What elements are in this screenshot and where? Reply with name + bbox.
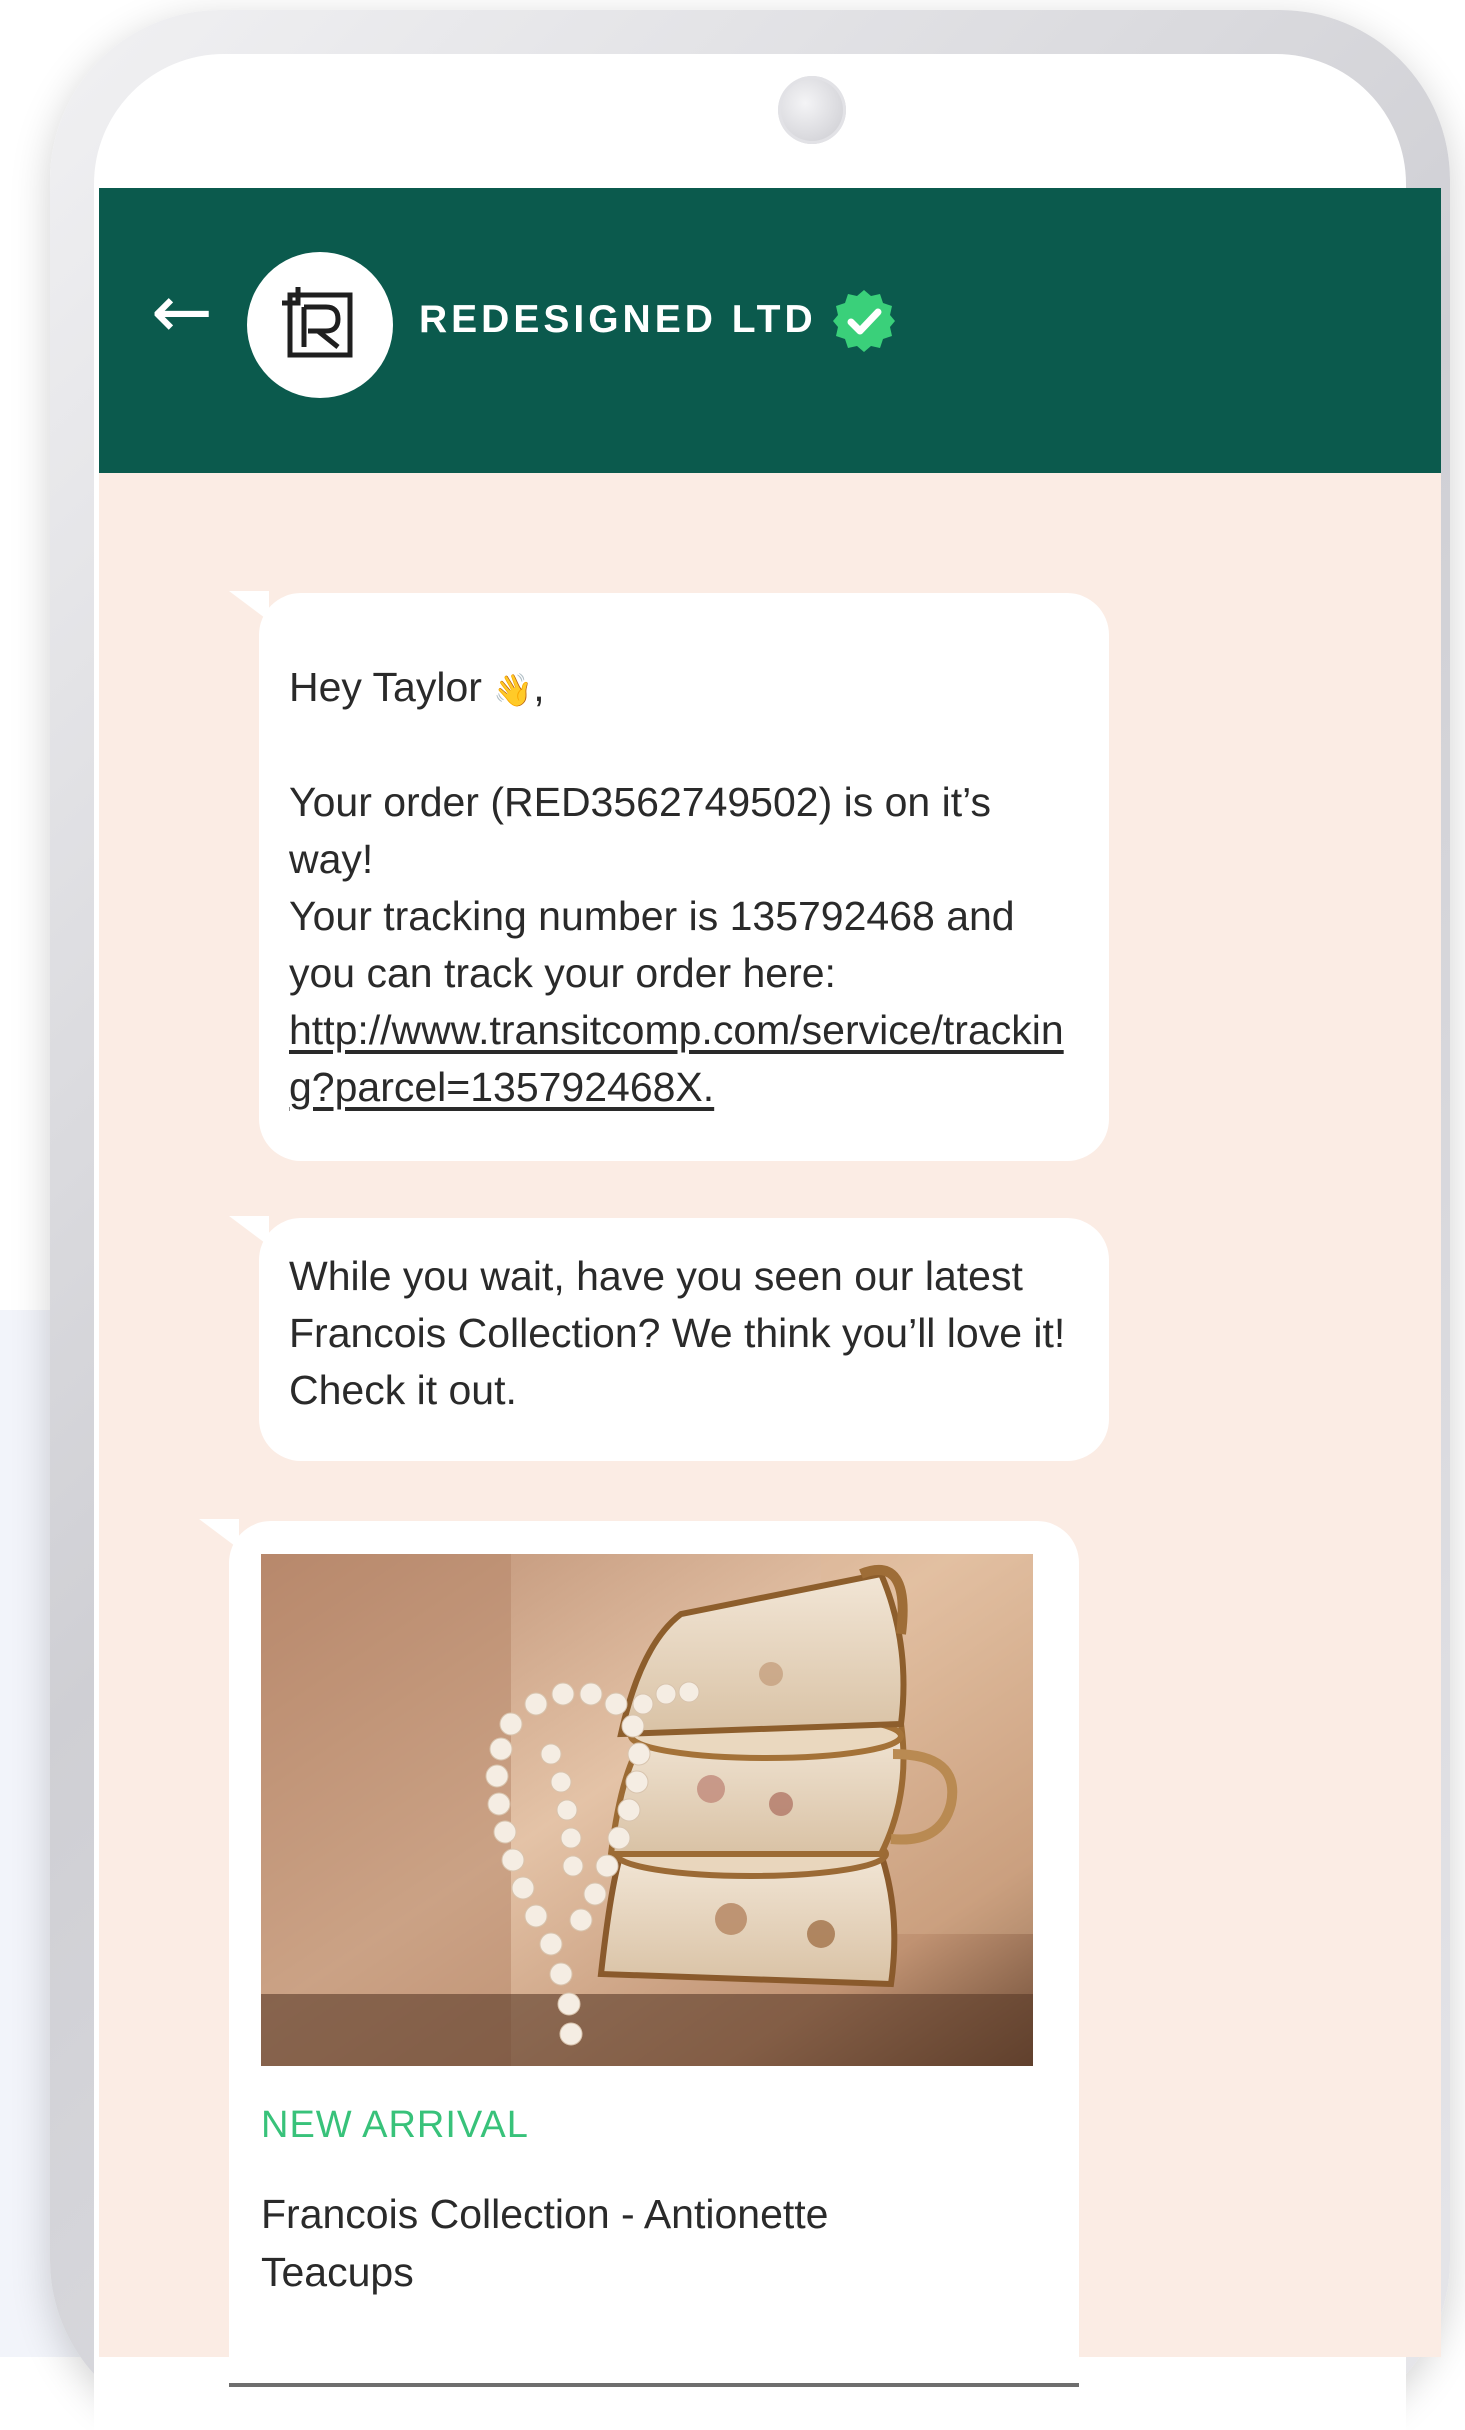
new-arrival-badge: NEW ARRIVAL — [261, 2104, 529, 2146]
business-name[interactable]: REDESIGNED LTD — [419, 296, 817, 344]
redesigned-logo-icon — [282, 287, 353, 358]
product-image — [261, 1554, 1033, 2066]
product-title[interactable]: Francois Collection - Antionette Teacups — [261, 2185, 961, 2301]
message-tracking-number: Your tracking number is 135792468 and yo… — [289, 893, 1015, 996]
business-avatar[interactable] — [247, 252, 393, 398]
front-camera — [778, 76, 846, 144]
arrow-left-icon[interactable]: ← — [151, 275, 231, 349]
message-greeting: Hey Taylor 👋, — [289, 664, 545, 710]
verified-check-icon — [833, 290, 895, 352]
chat-area: Hey Taylor 👋, Your order (RED3562749502)… — [99, 473, 1441, 2421]
message-promo-text: While you wait, have you seen our latest… — [289, 1253, 1066, 1413]
product-card[interactable]: NEW ARRIVAL Francois Collection - Antion… — [229, 1521, 1079, 2421]
message-bubble-order-update: Hey Taylor 👋, Your order (RED3562749502)… — [259, 593, 1109, 1161]
tracking-link[interactable]: http://www.transitcomp.com/service/track… — [289, 1007, 1064, 1110]
teacups-with-pearls-photo[interactable] — [261, 1554, 1033, 2066]
chat-header: ← REDESIGNED LTD — [99, 188, 1441, 473]
waving-hand-icon: 👋 — [493, 672, 534, 708]
card-divider — [229, 2383, 1079, 2387]
message-order-status: Your order (RED3562749502) is on it’s wa… — [289, 779, 991, 882]
message-bubble-promo: While you wait, have you seen our latest… — [259, 1218, 1109, 1461]
